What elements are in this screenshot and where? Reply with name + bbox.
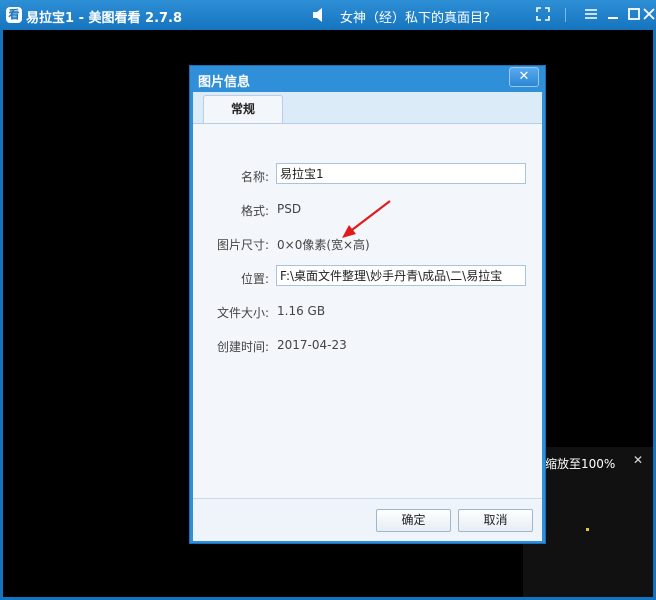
location-field[interactable]: F:\桌面文件整理\妙手丹青\成品\二\易拉宝 [276,265,526,286]
speaker-icon[interactable] [311,6,327,24]
app-logo-icon: 看 [6,7,22,23]
created-time-label: 创建时间: [216,340,269,354]
image-preview-dot [586,528,589,531]
title-bar: 看 易拉宝1 - 美图看看 2.7.8 女神（经）私下的真面目? [0,0,656,30]
image-size-label: 图片尺寸: [216,238,269,252]
title-separator [565,8,566,22]
close-icon[interactable] [641,6,656,24]
name-label: 名称: [240,170,269,184]
dialog-title: 图片信息 [198,75,251,90]
name-field[interactable]: 易拉宝1 [276,163,526,184]
dialog-body: 常规 名称: 易拉宝1 格式: PSD 图片尺寸: 0×0像素(宽×高) 位置:… [193,92,542,541]
image-info-dialog: 图片信息 ✕ 常规 名称: 易拉宝1 格式: PSD 图片尺寸: 0×0像素(宽… [190,66,545,543]
created-time-value: 2017-04-23 [277,338,347,352]
file-size-value: 1.16 GB [277,304,326,318]
fullscreen-icon[interactable] [534,6,552,24]
tab-strip: 常规 [193,92,542,124]
zoom-tooltip-text: 缩放至100% [545,457,616,471]
minimize-icon[interactable] [604,6,622,24]
ok-button[interactable]: 确定 [376,509,451,532]
window-title: 易拉宝1 - 美图看看 2.7.8 [26,11,183,26]
menu-icon[interactable] [582,6,600,24]
news-marquee[interactable]: 女神（经）私下的真面目? [340,7,490,26]
file-size-label: 文件大小: [216,306,269,320]
zoom-tooltip-close-icon[interactable]: ✕ [631,453,645,467]
dialog-button-bar: 确定 取消 [193,498,542,541]
dialog-close-button[interactable]: ✕ [509,67,539,87]
cancel-button[interactable]: 取消 [458,509,533,532]
format-label: 格式: [240,204,269,218]
window-frame-left [0,30,3,600]
tab-general[interactable]: 常规 [203,95,283,123]
annotation-arrow-icon [342,200,391,238]
location-label: 位置: [240,272,269,286]
format-value: PSD [277,202,302,216]
